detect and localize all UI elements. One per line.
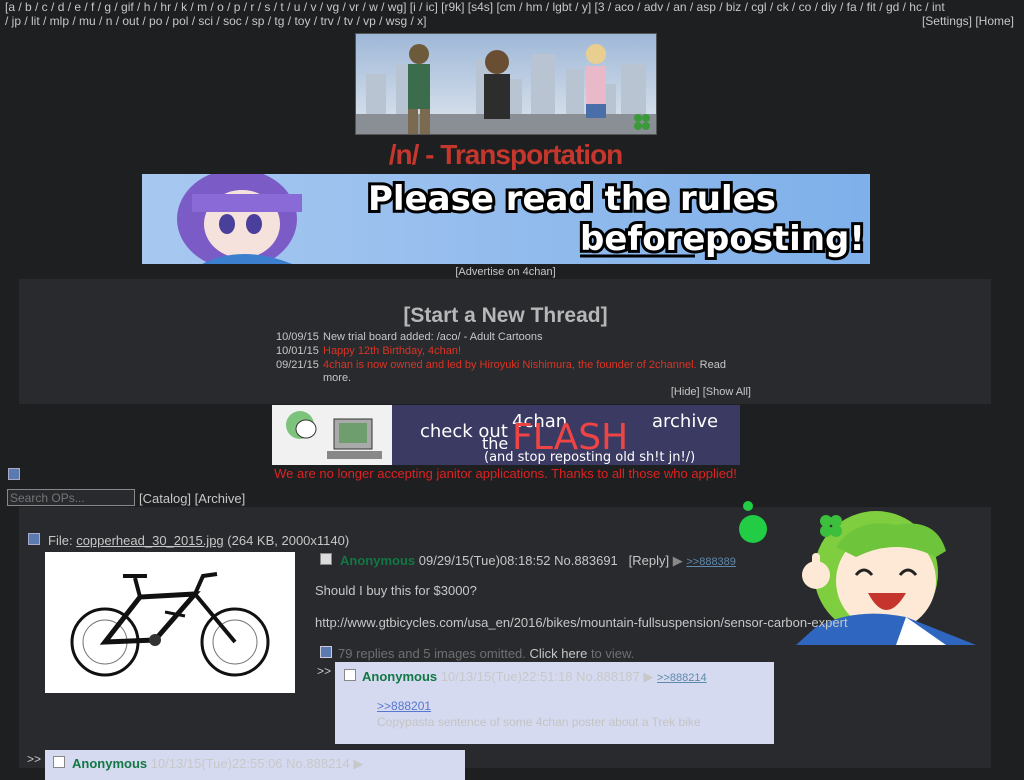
news-controls: [Hide] [Show All] [671,386,751,398]
start-new-thread-link[interactable]: [Start a New Thread] [0,304,1011,328]
post-datetime: 09/29/15(Tue)08:18:52 [418,553,551,568]
news-date: 10/01/15 [276,345,319,357]
post-menu-arrow-icon[interactable]: ▶ [673,553,683,568]
reply-backlink[interactable]: >>888214 [657,672,707,684]
reply-arrows: >> [317,664,332,678]
advertise-link[interactable]: [Advertise on 4chan] [0,266,1011,278]
op-header: Anonymous 09/29/15(Tue)08:18:52 No.88369… [340,553,736,569]
flash-ad-tagline: (and stop reposting old sh!t jn!/) [484,450,695,465]
archive-link[interactable]: [Archive] [195,491,246,506]
reply-menu-arrow-icon[interactable]: ▶ [353,756,363,771]
backlink[interactable]: >>888389 [686,556,736,568]
reply-body: Copypasta sentence of some 4chan poster … [377,715,701,729]
news-date: 10/09/15 [276,331,319,343]
file-name-link[interactable]: copperhead_30_2015.jpg [76,533,223,548]
reply-poster-name: Anonymous [72,756,148,771]
show-all-news-link[interactable]: [Show All] [703,386,751,398]
rules-text-line-1: Please read the rules [368,179,776,219]
reply-meta: 10/13/15(Tue)22:55:06 No.888214 [150,756,350,771]
op-body-question: Should I buy this for $3000? [315,583,477,598]
reply-select-checkbox[interactable] [344,669,356,681]
news-text: 4chan is now owned and led by Hiroyuki N… [323,359,697,371]
board-list-line-2[interactable]: / jp / lit / mlp / mu / n / out / po / p… [5,14,1019,28]
flash-archive-ad[interactable]: check out 4chan the FLASH archive (and s… [272,405,740,465]
reply-select-checkbox[interactable] [53,756,65,768]
op-body-url: http://www.gtbicycles.com/usa_en/2016/bi… [315,615,848,630]
reply-menu-arrow-icon[interactable]: ▶ [643,669,653,684]
flash-ad-archive: archive [652,411,718,432]
op-image-thumbnail[interactable] [45,552,295,693]
hide-news-link[interactable]: [Hide] [671,386,700,398]
rules-text-posting: posting! [705,219,865,259]
file-label: File: [48,533,73,548]
rules-text-before: before [580,219,705,259]
clover-decoration-icon [736,496,772,547]
poster-name: Anonymous [340,553,416,568]
board-title: /n/ - Transportation [388,139,624,170]
janitor-notice: We are no longer accepting janitor appli… [274,466,737,481]
board-navigation[interactable]: [a / b / c / d / e / f / g / gif / h / h… [5,0,1019,28]
board-banner[interactable] [355,33,657,135]
expand-thread-icon[interactable] [320,646,332,658]
click-here-link[interactable]: Click here [530,646,588,661]
post-number-link[interactable]: No.883691 [554,553,618,568]
reply-link[interactable]: [Reply] [629,553,669,568]
omitted-summary: 79 replies and 5 images omitted. Click h… [338,646,634,661]
news-text: New trial board added: /aco/ - Adult Car… [323,331,543,343]
news-date: 09/21/15 [276,359,319,371]
rules-banner-ad[interactable]: Please read the rules before posting! [142,174,870,264]
board-list-line-1[interactable]: [a / b / c / d / e / f / g / gif / h / h… [5,0,1019,14]
reply-poster-name: Anonymous [362,669,438,684]
home-link[interactable]: [Home] [975,14,1014,28]
reply-header: Anonymous 10/13/15(Tue)22:51:18 No.88818… [362,669,707,685]
settings-link[interactable]: [Settings] [922,14,972,28]
post-collapse-icon[interactable] [28,533,40,545]
catalog-link[interactable]: [Catalog] [139,491,191,506]
omitted-count: 79 replies and 5 images omitted. [338,646,526,661]
reply-quote-link[interactable]: >>888201 [377,699,431,713]
catalog-archive-links: [Catalog] [Archive] [139,491,245,506]
file-info: File: copperhead_30_2015.jpg (264 KB, 20… [48,533,349,548]
reply-arrows: >> [27,752,42,766]
reply-meta: 10/13/15(Tue)22:51:18 No.888187 [440,669,640,684]
op-select-checkbox[interactable] [320,553,332,565]
reply-header: Anonymous 10/13/15(Tue)22:55:06 No.88821… [72,756,363,772]
news-text: Happy 12th Birthday, 4chan! [323,345,461,357]
top-right-links: [Settings] [Home] [922,14,1014,28]
file-meta: (264 KB, 2000x1140) [227,533,350,548]
news-text-wrapper: 4chan is now owned and led by Hiroyuki N… [323,359,743,385]
omitted-to-view: to view. [590,646,635,661]
search-ops-input[interactable] [7,489,135,506]
